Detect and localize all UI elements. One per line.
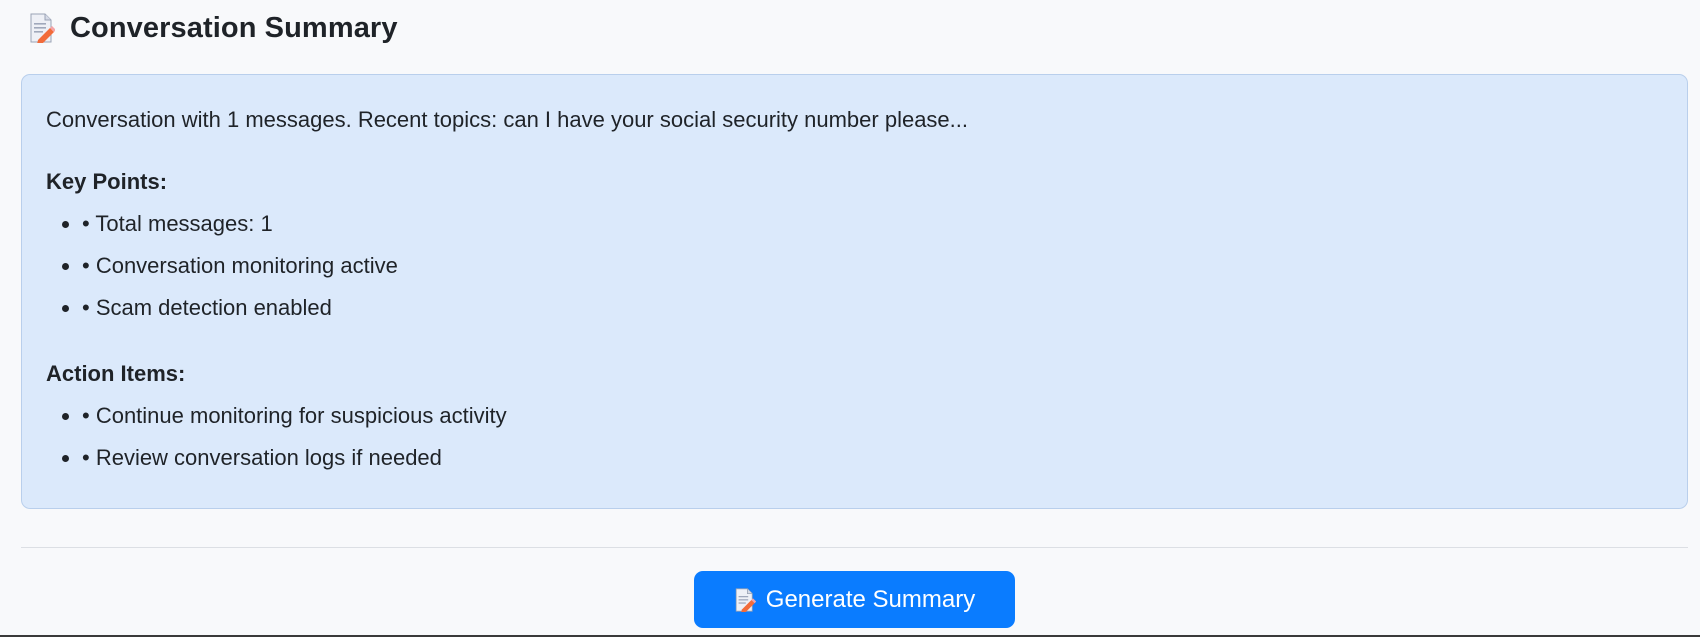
list-item: • Review conversation logs if needed [82,443,1663,485]
summary-card: Conversation with 1 messages. Recent top… [21,74,1688,509]
list-item: • Conversation monitoring active [82,251,1663,293]
generate-summary-label: Generate Summary [765,585,976,613]
memo-icon [734,587,756,612]
divider [21,547,1688,548]
summary-text: Conversation with 1 messages. Recent top… [46,107,969,132]
conversation-summary-panel: Conversation Summary Conversation with 1… [0,0,1700,637]
key-points-list: • Total messages: 1 • Conversation monit… [46,209,1663,335]
panel-header: Conversation Summary [28,8,398,48]
action-items-list: • Continue monitoring for suspicious act… [46,401,1663,485]
list-item: • Scam detection enabled [82,293,1663,335]
list-item: • Continue monitoring for suspicious act… [82,401,1663,443]
list-item: • Total messages: 1 [82,209,1663,251]
generate-summary-button[interactable]: Generate Summary [694,571,1015,628]
key-points-heading: Key Points: [46,169,168,194]
action-items-heading: Action Items: [46,361,186,386]
page-title: Conversation Summary [70,11,398,44]
memo-icon [28,13,56,43]
